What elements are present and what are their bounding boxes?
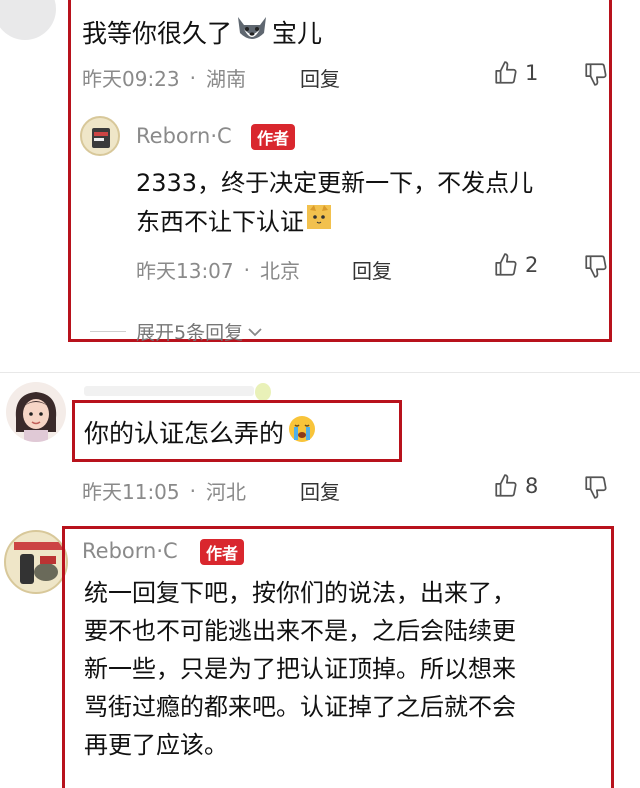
reply-date: 昨天13:07 (136, 259, 234, 283)
like-count: 1 (525, 61, 539, 85)
comment-line: 统一回复下吧，按你们的说法，出来了， (84, 579, 516, 607)
comment-line: 要不也不可能逃出来不是，之后会陆续更 (84, 617, 516, 645)
comment-text: 你的认证怎么弄的 (84, 414, 317, 450)
comment-date: 昨天09:23 (82, 67, 180, 91)
dislike-button[interactable] (583, 474, 609, 504)
crying-emoji-icon (287, 414, 317, 450)
thumbs-down-icon (585, 63, 607, 86)
comment-date: 昨天11:05 (82, 480, 180, 504)
comment-line: 再更了应该。 (84, 731, 228, 759)
author-badge: 作者 (251, 124, 296, 150)
author-avatar-image (14, 542, 62, 584)
badge-icon (255, 383, 271, 401)
thumbs-up-icon (495, 474, 517, 497)
avatar-image (15, 392, 57, 442)
comment-meta: 昨天11:05 · 河北 (82, 476, 246, 505)
like-button[interactable]: 1 (493, 60, 538, 86)
thumbs-up-icon (495, 253, 517, 276)
husky-emoji-icon (234, 15, 270, 49)
chevron-down-icon (248, 327, 262, 336)
reply-button[interactable]: 回复 (300, 476, 340, 505)
comment-line: 骂街过瘾的都来吧。认证掉了之后就不会 (84, 693, 516, 721)
thumbs-down-icon (585, 255, 607, 278)
divider (0, 372, 640, 373)
dislike-button[interactable] (583, 253, 609, 283)
reply-line: 东西不让下认证 (136, 202, 533, 241)
author-avatar[interactable] (4, 530, 68, 594)
comment-location: 河北 (206, 480, 246, 504)
like-count: 2 (525, 253, 539, 277)
dislike-button[interactable] (583, 61, 609, 91)
comment-meta: 昨天09:23 · 湖南 (82, 63, 246, 92)
username-placeholder (84, 386, 254, 396)
author-badge: 作者 (200, 539, 245, 565)
like-count: 8 (525, 474, 539, 498)
thumbs-up-icon (495, 61, 517, 84)
author-name[interactable]: Reborn·C (136, 124, 232, 148)
avatar[interactable] (0, 0, 56, 40)
comment-location: 湖南 (206, 67, 246, 91)
reply-location: 北京 (260, 259, 300, 283)
reply-text: 2333，终于决定更新一下，不发点儿 东西不让下认证 (136, 164, 533, 241)
expand-replies-link[interactable]: 展开5条回复 (90, 318, 263, 345)
cat-emoji-icon (306, 202, 332, 241)
reply-button[interactable]: 回复 (300, 63, 340, 92)
reply-meta: 昨天13:07 · 北京 (136, 255, 300, 284)
comment-text: 我等你很久了 宝儿 (82, 14, 322, 50)
avatar[interactable] (6, 382, 66, 442)
author-avatar[interactable] (80, 116, 120, 156)
comment-line: 新一些，只是为了把认证顶掉。所以想来 (84, 655, 516, 683)
like-button[interactable]: 2 (493, 252, 538, 278)
like-button[interactable]: 8 (493, 473, 538, 499)
reply-button[interactable]: 回复 (352, 255, 392, 284)
author-name[interactable]: Reborn·C (82, 539, 178, 563)
comment-text: 统一回复下吧，按你们的说法，出来了， 要不也不可能逃出来不是，之后会陆续更 新一… (84, 574, 516, 764)
thumbs-down-icon (585, 476, 607, 499)
reply-line: 2333，终于决定更新一下，不发点儿 (136, 169, 534, 197)
expand-line (90, 331, 126, 332)
